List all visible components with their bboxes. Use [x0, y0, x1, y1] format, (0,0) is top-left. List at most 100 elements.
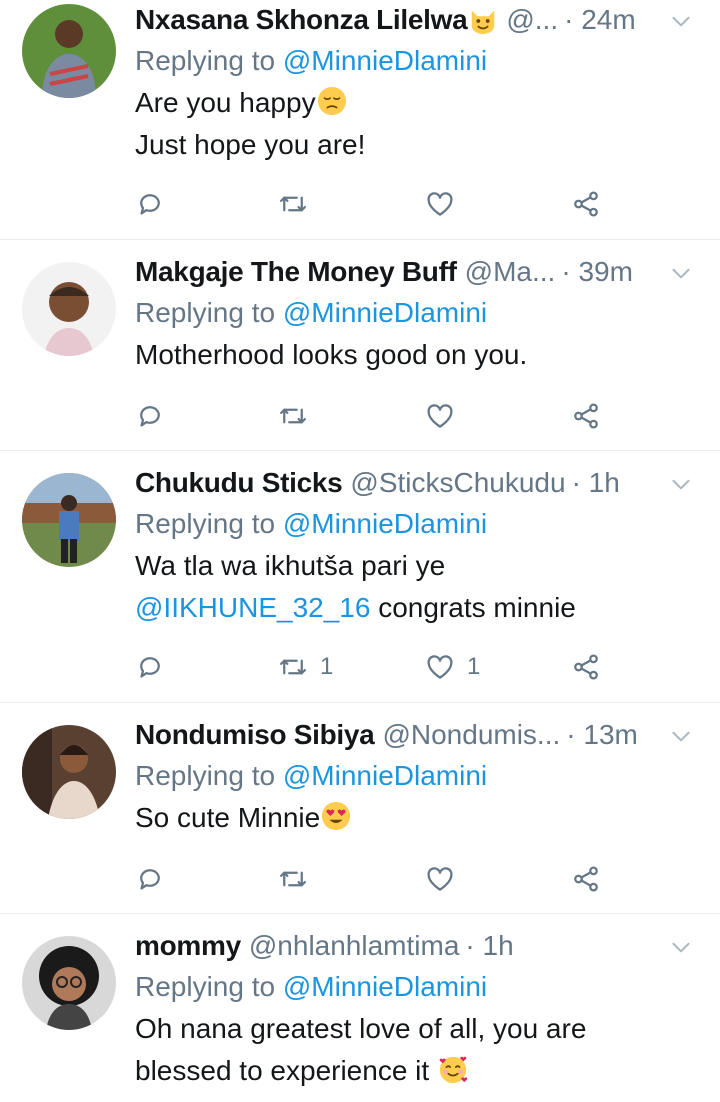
display-name[interactable]: Nondumiso Sibiya: [135, 715, 375, 755]
reply-button[interactable]: [135, 396, 165, 436]
share-icon: [571, 401, 601, 431]
timestamp[interactable]: · 24m: [564, 0, 636, 40]
retweet-icon: [278, 189, 308, 219]
retweet-icon: [278, 864, 308, 894]
reply-icon: [135, 401, 165, 431]
tweet-header: Makgaje The Money Buff @Ma... · 39m: [135, 252, 694, 292]
retweet-icon: [278, 652, 308, 682]
heart-eyes-emoji-icon: [321, 801, 351, 831]
tweet[interactable]: Nxasana Skhonza Lilelwa @... · 24m Reply…: [0, 0, 720, 239]
pensive-face-emoji-icon: [317, 86, 347, 116]
tweet-line: Wa tla wa ikhutša pari ye: [135, 550, 446, 581]
tweet-text: Oh nana greatest love of all, you are bl…: [135, 1008, 694, 1092]
tweet-line: So cute Minnie: [135, 802, 321, 833]
timestamp[interactable]: · 13m: [566, 715, 638, 755]
tweet-header: Chukudu Sticks @SticksChukudu · 1h: [135, 463, 694, 503]
mention-link[interactable]: @IIKHUNE_32_16: [135, 592, 370, 623]
chevron-down-icon[interactable]: [668, 8, 694, 34]
divider: [0, 239, 720, 240]
display-name[interactable]: Nxasana Skhonza Lilelwa: [135, 0, 468, 40]
tweet[interactable]: Nondumiso Sibiya @Nondumis... · 13m Repl…: [0, 715, 720, 913]
reply-button[interactable]: [135, 184, 165, 224]
handle[interactable]: @...: [506, 0, 558, 40]
like-button[interactable]: [425, 396, 455, 436]
timestamp[interactable]: · 39m: [561, 252, 633, 292]
replying-to: Replying to @MinnieDlamini: [135, 755, 694, 797]
tweet-header: mommy @nhlanhlamtima · 1h: [135, 926, 694, 966]
share-button[interactable]: [571, 184, 601, 224]
tweet-line: Motherhood looks good on you.: [135, 339, 528, 370]
replying-mention[interactable]: @MinnieDlamini: [283, 45, 487, 76]
replying-label: Replying to: [135, 297, 276, 328]
tweet[interactable]: Chukudu Sticks @SticksChukudu · 1h Reply…: [0, 463, 720, 702]
display-name[interactable]: Chukudu Sticks: [135, 463, 343, 503]
avatar[interactable]: [22, 936, 116, 1030]
tweet-actions: [135, 396, 605, 436]
replying-mention[interactable]: @MinnieDlamini: [283, 760, 487, 791]
handle[interactable]: @Ma...: [465, 252, 556, 292]
handle[interactable]: @Nondumis...: [382, 715, 560, 755]
tweet-line: Are you happy: [135, 87, 316, 118]
chevron-down-icon[interactable]: [668, 260, 694, 286]
tweet-header: Nxasana Skhonza Lilelwa @... · 24m: [135, 0, 694, 40]
chevron-down-icon[interactable]: [668, 934, 694, 960]
avatar[interactable]: [22, 4, 116, 98]
share-button[interactable]: [571, 859, 601, 899]
retweet-button[interactable]: [278, 396, 308, 436]
retweet-count: 1: [320, 653, 334, 680]
tweet[interactable]: Makgaje The Money Buff @Ma... · 39m Repl…: [0, 252, 720, 450]
share-button[interactable]: [571, 396, 601, 436]
display-name[interactable]: mommy: [135, 926, 241, 966]
tweet[interactable]: mommy @nhlanhlamtima · 1h Replying to @M…: [0, 926, 720, 1102]
like-button[interactable]: 1: [425, 647, 480, 687]
smiling-cat-emoji-icon: [468, 5, 498, 35]
replying-mention[interactable]: @MinnieDlamini: [283, 971, 487, 1002]
replying-label: Replying to: [135, 971, 276, 1002]
retweet-button[interactable]: [278, 859, 308, 899]
timestamp[interactable]: · 1h: [572, 463, 620, 503]
tweet-line: congrats minnie: [370, 592, 576, 623]
tweet-line: Oh nana greatest love of all, you are: [135, 1013, 587, 1044]
tweet-actions: 1 1: [135, 647, 605, 687]
tweet-actions: [135, 184, 605, 224]
handle[interactable]: @nhlanhlamtima: [249, 926, 460, 966]
share-icon: [571, 652, 601, 682]
handle[interactable]: @SticksChukudu: [350, 463, 565, 503]
tweet-text: Wa tla wa ikhutša pari ye @IIKHUNE_32_16…: [135, 545, 694, 629]
reply-icon: [135, 864, 165, 894]
reply-button[interactable]: [135, 859, 165, 899]
display-name[interactable]: Makgaje The Money Buff: [135, 252, 457, 292]
avatar[interactable]: [22, 725, 116, 819]
heart-icon: [425, 864, 455, 894]
share-button[interactable]: [571, 647, 601, 687]
reply-button[interactable]: [135, 647, 177, 687]
share-icon: [571, 189, 601, 219]
heart-icon: [425, 189, 455, 219]
replying-label: Replying to: [135, 508, 276, 539]
reply-icon: [135, 189, 165, 219]
replying-to: Replying to @MinnieDlamini: [135, 503, 694, 545]
like-button[interactable]: [425, 859, 455, 899]
like-button[interactable]: [425, 184, 455, 224]
replying-mention[interactable]: @MinnieDlamini: [283, 508, 487, 539]
heart-icon: [425, 652, 455, 682]
like-count: 1: [467, 653, 481, 680]
tweet-actions: [135, 859, 605, 899]
tweet-line: blessed to experience it: [135, 1055, 430, 1086]
smiling-face-with-hearts-emoji-icon: [438, 1054, 468, 1084]
replying-to: Replying to @MinnieDlamini: [135, 292, 694, 334]
replying-label: Replying to: [135, 760, 276, 791]
avatar[interactable]: [22, 262, 116, 356]
retweet-button[interactable]: [278, 184, 308, 224]
retweet-button[interactable]: 1: [278, 647, 333, 687]
replying-to: Replying to @MinnieDlamini: [135, 40, 694, 82]
heart-icon: [425, 401, 455, 431]
replying-mention[interactable]: @MinnieDlamini: [283, 297, 487, 328]
chevron-down-icon[interactable]: [668, 723, 694, 749]
replying-label: Replying to: [135, 45, 276, 76]
tweet-text: So cute Minnie: [135, 797, 694, 839]
chevron-down-icon[interactable]: [668, 471, 694, 497]
timestamp[interactable]: · 1h: [465, 926, 513, 966]
share-icon: [571, 864, 601, 894]
avatar[interactable]: [22, 473, 116, 567]
